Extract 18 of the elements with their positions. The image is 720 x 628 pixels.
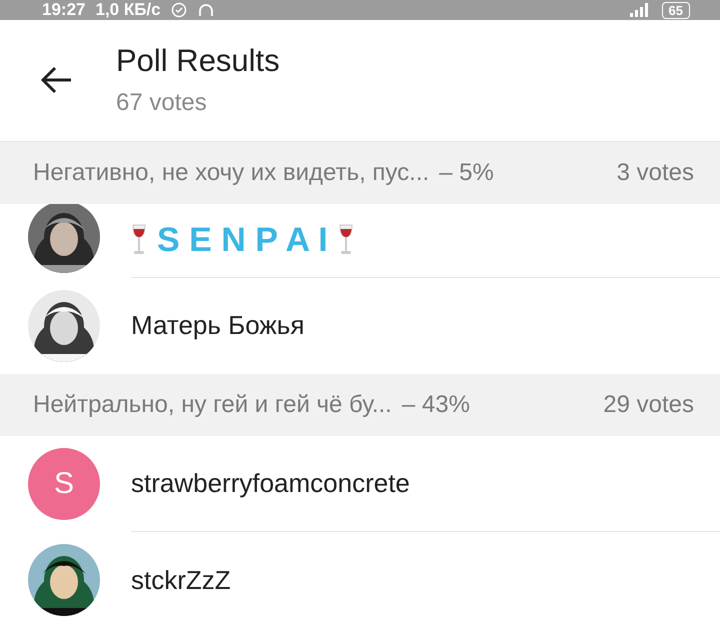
voter-name[interactable]: stckrZzZ [131,564,231,596]
page-title: Poll Results [116,43,280,80]
headset-icon [196,2,215,18]
option-percent: – 5% [439,158,494,187]
voter-name[interactable]: strawberryfoamconcrete [131,468,410,500]
back-arrow-icon [39,65,73,96]
alarm-icon [170,2,187,18]
option-percent: – 43% [402,391,470,420]
status-time: 19:27 [42,0,86,20]
voter-name[interactable]: Матерь Божья [131,310,304,342]
battery-level: 65 [662,2,690,18]
option-label: Негативно, не хочу их видеть, пус... [33,158,430,187]
avatar: S [28,448,100,520]
vote-count: 67 votes [116,89,208,118]
network-speed: 1,0 КБ/с [95,0,161,20]
option-label: Нейтрально, ну гей и гей чё бу... [33,391,392,420]
option-votes: 3 votes [616,158,694,187]
option-votes: 29 votes [603,391,694,420]
